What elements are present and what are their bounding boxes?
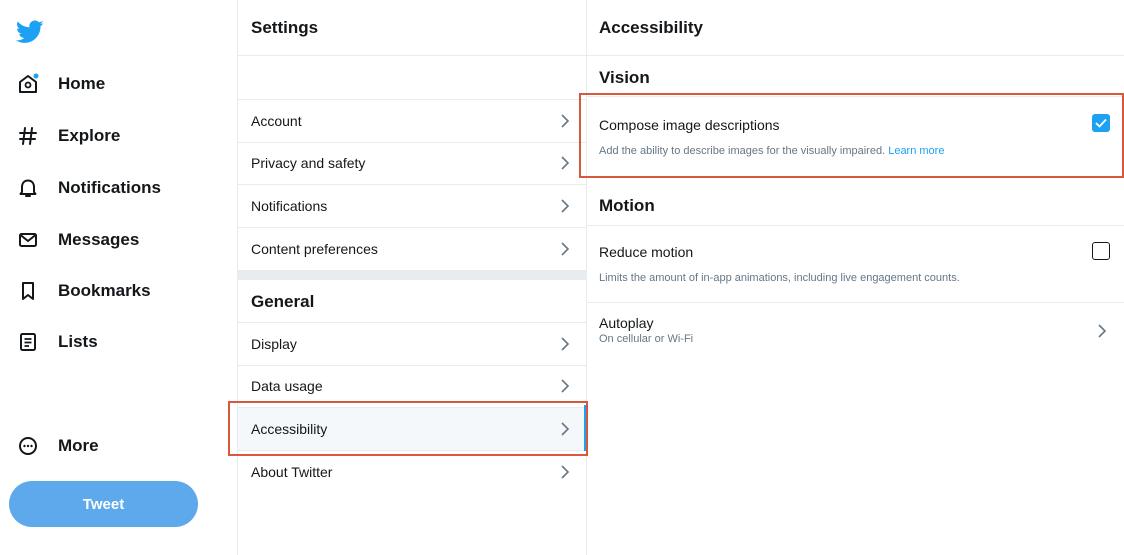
highlight-box-accessibility <box>228 401 588 456</box>
bookmark-icon <box>14 277 42 305</box>
section-divider <box>238 270 586 280</box>
settings-item-label: Data usage <box>251 378 323 394</box>
reduce-motion-checkbox[interactable] <box>1092 242 1110 260</box>
tweet-button[interactable]: Tweet <box>9 481 198 527</box>
highlight-box-compose-image-descriptions <box>579 93 1124 178</box>
nav-item-explore[interactable]: Explore <box>14 116 224 156</box>
nav-item-messages[interactable]: Messages <box>14 220 224 260</box>
reduce-motion-label: Reduce motion <box>599 244 694 260</box>
nav-item-more[interactable]: More <box>14 426 224 466</box>
motion-section-title: Motion <box>599 196 655 215</box>
settings-item-privacy[interactable]: Privacy and safety <box>238 142 586 185</box>
nav-label: Bookmarks <box>58 281 151 300</box>
vision-section-title: Vision <box>599 68 650 87</box>
bell-icon <box>14 174 42 202</box>
chevron-right-icon <box>561 242 570 256</box>
settings-item-label: Notifications <box>251 198 328 214</box>
nav-label: Explore <box>58 126 121 145</box>
settings-item-account[interactable]: Account <box>238 99 586 143</box>
settings-item-label: Display <box>251 336 297 352</box>
chevron-right-icon <box>561 156 570 170</box>
nav-label: Notifications <box>58 178 161 197</box>
chevron-right-icon <box>1098 324 1107 338</box>
autoplay-row[interactable]: Autoplay On cellular or Wi-Fi <box>586 303 1124 357</box>
chevron-right-icon <box>561 337 570 351</box>
left-nav: Home Explore Notifications Messages Book… <box>0 0 236 555</box>
divider <box>586 225 1124 226</box>
nav-label: Messages <box>58 230 140 249</box>
settings-item-about-twitter[interactable]: About Twitter <box>238 451 586 493</box>
settings-item-content-preferences[interactable]: Content preferences <box>238 228 586 270</box>
reduce-motion-desc: Limits the amount of in-app animations, … <box>599 272 960 284</box>
settings-item-notifications[interactable]: Notifications <box>238 185 586 228</box>
hashtag-icon <box>14 122 42 150</box>
envelope-icon <box>14 226 42 254</box>
chevron-right-icon <box>561 199 570 213</box>
chevron-right-icon <box>561 114 570 128</box>
accessibility-panel: Accessibility Vision Compose image descr… <box>586 0 1124 555</box>
nav-item-home[interactable]: Home <box>14 64 224 104</box>
autoplay-label: Autoplay <box>599 315 654 331</box>
settings-item-display[interactable]: Display <box>238 322 586 366</box>
page-title: Settings <box>251 17 319 37</box>
settings-item-label: Privacy and safety <box>251 155 366 171</box>
accessibility-title: Accessibility <box>599 17 703 37</box>
nav-item-bookmarks[interactable]: Bookmarks <box>14 271 224 311</box>
nav-item-lists[interactable]: Lists <box>14 322 224 362</box>
chevron-right-icon <box>561 465 570 479</box>
list-icon <box>14 328 42 356</box>
chevron-right-icon <box>561 379 570 393</box>
settings-item-label: About Twitter <box>251 464 333 480</box>
twitter-logo-icon[interactable] <box>16 20 44 44</box>
settings-header: Settings <box>238 0 586 56</box>
settings-item-label: Account <box>251 113 302 129</box>
general-section-title: General <box>251 292 315 311</box>
home-icon <box>14 70 42 98</box>
nav-item-notifications[interactable]: Notifications <box>14 168 224 208</box>
nav-label: More <box>58 436 99 455</box>
nav-label: Home <box>58 74 106 93</box>
settings-item-label: Content preferences <box>251 241 378 257</box>
settings-panel: Settings Account Privacy and safety Noti… <box>237 0 587 555</box>
nav-label: Lists <box>58 332 98 351</box>
more-icon <box>14 432 42 460</box>
accessibility-header: Accessibility <box>586 0 1124 56</box>
autoplay-value: On cellular or Wi-Fi <box>599 333 694 345</box>
